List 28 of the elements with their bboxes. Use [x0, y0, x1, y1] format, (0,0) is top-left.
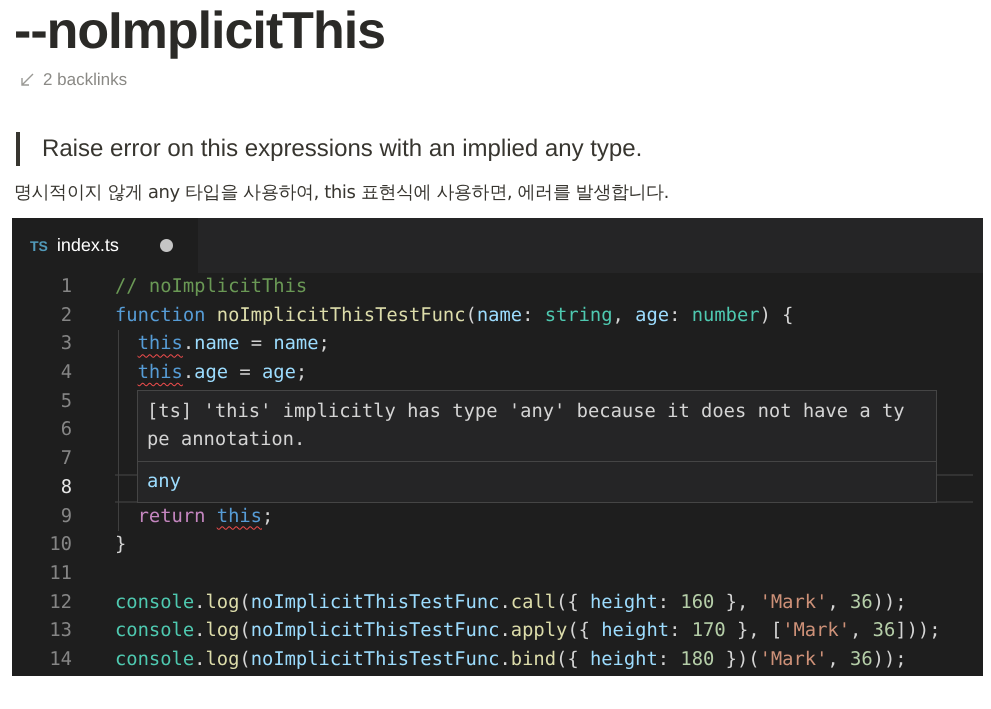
code-line: console.log(noImplicitThisTestFunc.bind({ height: 180 })('Mark', 36));: [115, 648, 908, 672]
file-tab[interactable]: TS index.ts: [12, 218, 198, 273]
code-line: function noImplicitThisTestFunc(name: string, age: number) {: [115, 304, 794, 328]
line-number: 7: [60, 447, 72, 472]
line-number: 5: [60, 390, 72, 414]
tooltip-type: any: [138, 461, 936, 502]
line-number: 4: [60, 361, 72, 386]
line-number: 8: [60, 476, 72, 500]
quote-block: Raise error on this expressions with an implied any type.: [16, 132, 983, 166]
code-line: console.log(noImplicitThisTestFunc.call({ height: 160 }, 'Mark', 36));: [115, 590, 908, 615]
code-line: // noImplicitThis: [115, 275, 308, 299]
line-number: 3: [60, 332, 72, 356]
description-text: 명시적이지 않게 any 타입을 사용하여, this 표현식에 사용하면, 에러를 발생합니다.: [14, 181, 670, 204]
backlinks-link[interactable]: 2 backlinks: [43, 70, 128, 90]
line-number: 11: [48, 562, 72, 586]
arrow-icon: [20, 73, 34, 87]
tooltip-message: [ts] 'this' implicitly has type 'any' because it does not have a type annotation.: [146, 400, 906, 452]
line-number: 9: [60, 504, 72, 528]
line-number: 1: [60, 275, 72, 299]
line-number: 10: [48, 533, 72, 558]
line-number: 12: [48, 590, 72, 615]
line-number: 13: [48, 619, 72, 644]
page-title: --noImplicitThis: [14, 1, 386, 62]
code-line: console.log(noImplicitThisTestFunc.apply({ height: 170 }, ['Mark', 36]));: [115, 619, 942, 644]
line-number: 6: [60, 418, 72, 442]
line-number: 14: [48, 648, 72, 672]
line-number: 2: [60, 304, 72, 328]
code-line: }: [115, 533, 128, 558]
